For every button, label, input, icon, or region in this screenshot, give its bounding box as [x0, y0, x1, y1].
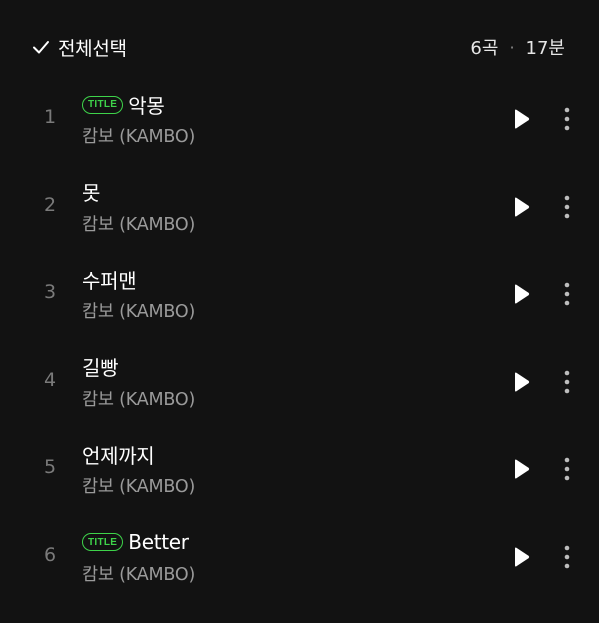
- summary-separator: ·: [509, 37, 515, 57]
- track-artist[interactable]: 캄보 (KAMBO): [82, 123, 195, 148]
- more-vertical-icon[interactable]: [556, 104, 578, 134]
- total-duration: 17분: [525, 38, 565, 59]
- play-icon[interactable]: [508, 193, 534, 221]
- track-title-row: 수퍼맨: [82, 265, 137, 293]
- select-all-label: 전체선택: [58, 37, 127, 60]
- track-artist[interactable]: 캄보 (KAMBO): [82, 561, 195, 586]
- track-number: 4: [43, 368, 57, 391]
- track-artist[interactable]: 캄보 (KAMBO): [82, 386, 195, 411]
- track-row[interactable]: 2 못 캄보 (KAMBO): [0, 164, 599, 252]
- check-icon: [30, 36, 52, 58]
- play-icon[interactable]: [508, 105, 534, 133]
- track-number: 5: [43, 456, 57, 479]
- track-number: 2: [43, 193, 57, 216]
- track-number: 3: [43, 281, 57, 304]
- track-title-row: TITLE 악몽: [82, 90, 165, 118]
- album-summary: 6곡 · 17분: [470, 30, 565, 64]
- more-vertical-icon[interactable]: [556, 279, 578, 309]
- track-row[interactable]: 6 TITLE Better 캄보 (KAMBO): [0, 514, 599, 602]
- more-vertical-icon[interactable]: [556, 454, 578, 484]
- title-track-badge: TITLE: [82, 533, 124, 552]
- more-vertical-icon[interactable]: [556, 192, 578, 222]
- track-artist[interactable]: 캄보 (KAMBO): [82, 473, 195, 498]
- track-title-row: 길빵: [82, 353, 119, 381]
- track-row[interactable]: 5 언제까지 캄보 (KAMBO): [0, 426, 599, 514]
- more-vertical-icon[interactable]: [556, 542, 578, 572]
- track-row[interactable]: 3 수퍼맨 캄보 (KAMBO): [0, 251, 599, 339]
- track-artist[interactable]: 캄보 (KAMBO): [82, 298, 195, 323]
- more-vertical-icon[interactable]: [556, 367, 578, 397]
- track-title-row: TITLE Better: [82, 528, 189, 556]
- track-row[interactable]: 1 TITLE 악몽 캄보 (KAMBO): [0, 76, 599, 164]
- play-icon[interactable]: [508, 543, 534, 571]
- play-icon[interactable]: [508, 368, 534, 396]
- track-title: 언제까지: [82, 443, 155, 468]
- track-count: 6곡: [470, 38, 499, 59]
- play-icon[interactable]: [508, 280, 534, 308]
- track-title-row: 언제까지: [82, 440, 155, 468]
- track-list: 1 TITLE 악몽 캄보 (KAMBO) 2 못 캄보 (KAMBO) 3 수…: [0, 76, 599, 602]
- track-title: Better: [128, 529, 189, 554]
- track-title: 길빵: [82, 356, 119, 381]
- track-number: 1: [43, 106, 57, 128]
- track-title: 수퍼맨: [82, 268, 137, 293]
- title-track-badge: TITLE: [82, 95, 124, 114]
- track-title-row: 못: [82, 178, 100, 206]
- select-all-button[interactable]: 전체선택: [30, 30, 127, 64]
- track-title: 악몽: [128, 93, 165, 118]
- track-title: 못: [82, 181, 101, 206]
- track-number: 6: [43, 543, 57, 566]
- play-icon[interactable]: [508, 455, 534, 483]
- track-artist[interactable]: 캄보 (KAMBO): [82, 211, 195, 236]
- track-row[interactable]: 4 길빵 캄보 (KAMBO): [0, 339, 599, 427]
